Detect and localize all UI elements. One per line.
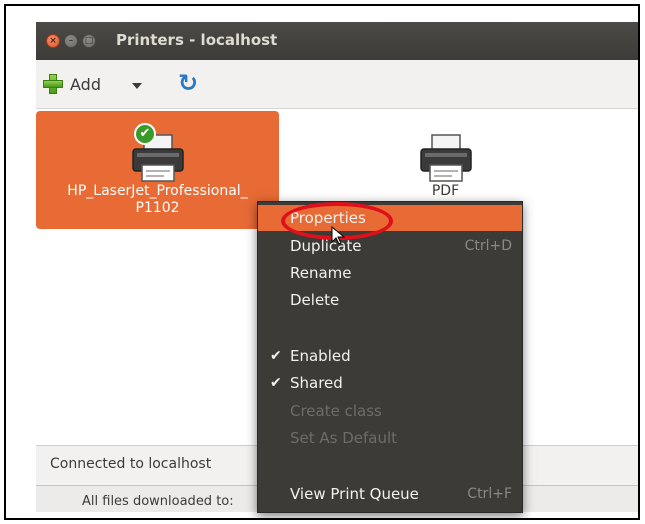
menu-item-rename[interactable]: Rename: [258, 260, 522, 286]
menu-item-label: Enabled: [290, 347, 351, 365]
minimize-icon: –: [68, 36, 74, 46]
printer-icon: [420, 134, 472, 182]
mouse-cursor-icon: [331, 226, 346, 245]
maximize-icon: □: [84, 36, 94, 46]
screenshot-frame: × – □ Printers - localhost Add ↻ ✔ HP_La…: [4, 4, 640, 520]
menu-item-enabled[interactable]: ✔ Enabled: [258, 343, 522, 369]
menu-item-delete[interactable]: Delete: [258, 287, 522, 313]
menu-item-shared[interactable]: ✔ Shared: [258, 370, 522, 396]
menu-item-label: Shared: [290, 374, 343, 392]
refresh-icon[interactable]: ↻: [178, 70, 204, 96]
background-text: All files downloaded to:: [82, 494, 234, 509]
plus-icon: [42, 73, 64, 95]
close-icon: ×: [49, 36, 57, 46]
window-title: Printers - localhost: [116, 31, 278, 49]
title-bar[interactable]: × – □ Printers - localhost: [36, 22, 638, 60]
printer-name-line2: P1102: [135, 200, 180, 216]
check-icon: ✔: [270, 348, 282, 364]
printer-name-line1: PDF: [431, 183, 460, 199]
printer-item-hp-laserjet[interactable]: ✔ HP_LaserJet_Professional_ P1102: [36, 111, 279, 229]
menu-item-create-class: Create class: [258, 398, 522, 424]
add-button[interactable]: Add: [42, 70, 101, 98]
menu-item-view-print-queue[interactable]: View Print Queue Ctrl+F: [258, 481, 522, 507]
close-button[interactable]: ×: [46, 34, 60, 48]
menu-item-shortcut: Ctrl+D: [464, 238, 512, 254]
context-menu: Properties Duplicate Ctrl+D Rename Delet…: [257, 201, 523, 513]
minimize-button[interactable]: –: [64, 34, 78, 48]
check-icon: ✔: [270, 375, 282, 391]
add-button-label: Add: [70, 74, 101, 94]
default-check-icon: ✔: [134, 123, 156, 145]
menu-item-label: Delete: [290, 291, 340, 309]
printer-name-line1: HP_LaserJet_Professional_: [67, 183, 248, 199]
menu-item-set-as-default: Set As Default: [258, 425, 522, 451]
chevron-down-icon[interactable]: [132, 83, 142, 89]
menu-item-label: View Print Queue: [290, 485, 419, 503]
menu-item-duplicate[interactable]: Duplicate Ctrl+D: [258, 233, 522, 259]
menu-item-label: Set As Default: [290, 429, 398, 447]
menu-item-shortcut: Ctrl+F: [467, 486, 512, 502]
menu-item-label: Rename: [290, 264, 352, 282]
printer-name: PDF: [324, 183, 567, 200]
printer-name: HP_LaserJet_Professional_ P1102: [36, 183, 279, 217]
menu-item-label: Create class: [290, 402, 382, 420]
maximize-button[interactable]: □: [82, 34, 96, 48]
toolbar: Add ↻: [36, 60, 638, 109]
status-text: Connected to localhost: [50, 456, 212, 472]
